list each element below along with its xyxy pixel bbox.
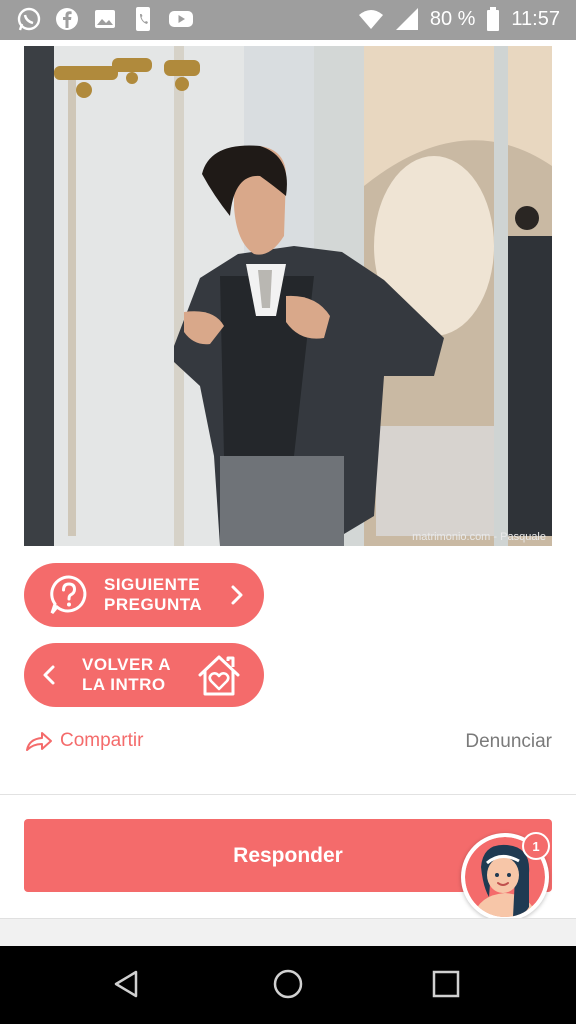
question-photo: matrimonio.com - Pasquale [24,46,552,546]
chevron-left-icon [43,665,55,685]
youtube-icon [168,6,194,32]
clock: 11:57 [511,7,560,30]
chevron-right-icon [231,585,243,605]
back-to-intro-button[interactable]: VOLVER A LA INTRO [24,643,264,707]
divider [0,794,576,795]
whatsapp-icon [16,6,42,32]
next-question-button[interactable]: SIGUIENTE PREGUNTA [24,563,264,627]
home-nav-button[interactable] [268,964,308,1004]
signal-icon [394,6,420,32]
battery-icon [485,6,501,32]
question-bubble-icon [50,575,87,614]
phone-icon [130,6,156,32]
notification-badge: 1 [522,832,550,860]
back-to-intro-line2: LA INTRO [82,675,166,694]
battery-percent: 80 % [429,7,476,30]
back-nav-button[interactable] [106,964,146,1004]
gallery-icon [92,6,118,32]
photo-credit: matrimonio.com - Pasquale [412,531,546,543]
share-label: Compartir [60,730,144,751]
back-triangle-icon [114,970,138,998]
wifi-icon [358,6,384,32]
status-bar: 80 % 11:57 [0,0,576,40]
system-navigation-bar [0,946,576,1024]
recents-square-icon [432,970,460,998]
footer-strip [0,918,576,947]
back-to-intro-line1: VOLVER A [82,655,172,674]
system-status: 80 % 11:57 [358,6,560,32]
next-question-label: SIGUIENTE PREGUNTA [104,575,202,615]
notification-icons [16,6,194,32]
home-heart-icon [198,655,240,696]
share-link[interactable]: Compartir [24,729,143,753]
share-arrow-icon [26,732,52,751]
back-to-intro-label: VOLVER A LA INTRO [82,655,171,695]
facebook-icon [54,6,80,32]
recents-nav-button[interactable] [426,964,466,1004]
report-link[interactable]: Denunciar [465,731,552,753]
home-circle-icon [273,969,303,999]
next-question-line1: SIGUIENTE [104,575,201,594]
next-question-line2: PREGUNTA [104,595,203,614]
